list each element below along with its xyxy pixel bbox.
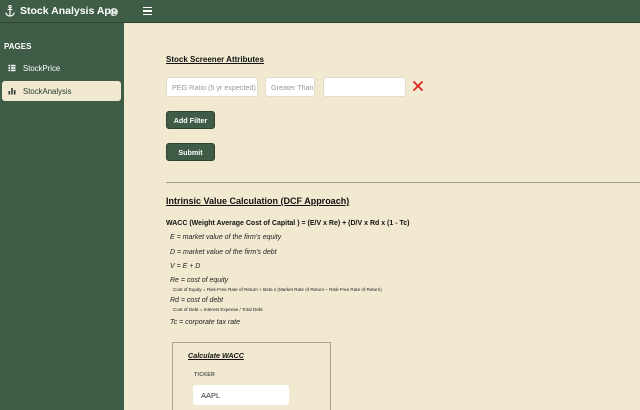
wacc-formula: WACC (Weight Average Cost of Capital ) =… <box>166 220 410 227</box>
main-content: Stock Screener Attributes PEG Ratio (5 y… <box>124 23 640 410</box>
remove-filter-icon[interactable] <box>413 81 423 91</box>
table-icon <box>8 64 16 72</box>
metric-select[interactable]: PEG Ratio (5 yr expected) <box>166 77 258 97</box>
app-title: Stock Analysis App <box>20 5 118 17</box>
ticker-label: TICKER <box>194 372 216 378</box>
close-sidebar-icon[interactable] <box>110 8 118 16</box>
sidebar-item-label: StockPrice <box>23 63 61 73</box>
value-definition: V = E + D <box>170 263 201 270</box>
tax-rate-definition: Tc = corporate tax rate <box>170 319 240 326</box>
cost-of-equity-definition: Re = cost of equity <box>170 277 229 284</box>
hamburger-menu-icon[interactable] <box>143 7 152 15</box>
filter-value-input[interactable] <box>323 77 406 97</box>
cost-of-debt-formula: Cost of Debt = Interest Expense / Total … <box>173 307 263 312</box>
sidebar-item-stockanalysis[interactable]: StockAnalysis <box>2 81 121 101</box>
cost-of-debt-definition: Rd = cost of debt <box>170 297 224 304</box>
calculate-wacc-form: Calculate WACC TICKER AAPL <box>172 342 331 410</box>
ticker-input[interactable]: AAPL <box>193 385 289 405</box>
add-filter-button[interactable]: Add Filter <box>166 111 215 129</box>
debt-definition: D = market value of the firm's debt <box>170 249 277 256</box>
cost-of-equity-formula: Cost of Equity = Risk-Free Rate of Retur… <box>173 287 382 292</box>
calculate-wacc-title: Calculate WACC <box>188 351 244 360</box>
sidebar: PAGES StockPrice StockAnalysis <box>0 23 124 410</box>
dcf-title: Intrinsic Value Calculation (DCF Approac… <box>166 196 350 206</box>
top-bar: Stock Analysis App <box>0 0 640 23</box>
anchor-icon <box>5 5 15 17</box>
screener-title: Stock Screener Attributes <box>166 55 264 64</box>
sidebar-heading: PAGES <box>4 42 32 51</box>
sidebar-item-stockprice[interactable]: StockPrice <box>2 58 121 78</box>
submit-button[interactable]: Submit <box>166 143 215 161</box>
bar-chart-icon <box>8 88 16 95</box>
comparator-select[interactable]: Greater Than <box>265 77 315 97</box>
section-divider <box>166 182 640 183</box>
equity-definition: E = market value of the firm's equity <box>170 234 282 241</box>
sidebar-item-label: StockAnalysis <box>23 86 72 96</box>
app-brand: Stock Analysis App <box>5 5 117 17</box>
